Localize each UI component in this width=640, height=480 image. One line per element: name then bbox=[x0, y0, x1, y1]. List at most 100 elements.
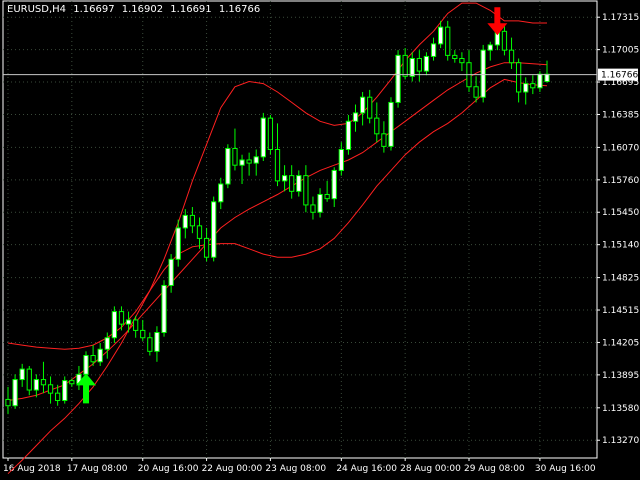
candle-body bbox=[367, 96, 373, 119]
candle-body bbox=[303, 175, 309, 206]
candle-body bbox=[274, 148, 281, 182]
x-tick-label: 22 Aug 00:00 bbox=[202, 464, 263, 474]
y-tick-label: 1.16385 bbox=[602, 110, 639, 120]
y-tick-label: 1.14205 bbox=[602, 338, 639, 348]
y-tick-label: 1.14515 bbox=[602, 306, 639, 316]
y-tick-label: 1.13580 bbox=[602, 404, 639, 414]
candle-body bbox=[516, 62, 522, 93]
candle-body bbox=[90, 355, 96, 363]
candle-body bbox=[175, 227, 181, 260]
x-tick-label: 16 Aug 2018 bbox=[3, 464, 61, 474]
candle-body bbox=[430, 43, 437, 57]
candle-body bbox=[19, 368, 25, 381]
candle-body bbox=[352, 112, 359, 122]
candle-body bbox=[133, 319, 139, 331]
candle-body bbox=[487, 44, 493, 51]
bollinger-middle-band bbox=[7, 62, 548, 401]
candle-body bbox=[5, 398, 11, 407]
candle-body bbox=[125, 319, 132, 325]
candle-body bbox=[473, 86, 479, 98]
candle-body bbox=[530, 83, 536, 89]
x-tick-label: 30 Aug 16:00 bbox=[535, 464, 596, 474]
candle-body bbox=[111, 311, 118, 339]
candle-body bbox=[544, 73, 550, 83]
candle-body bbox=[296, 175, 302, 192]
current-price-label: 1.16766 bbox=[601, 71, 638, 81]
y-tick-label: 1.15760 bbox=[602, 176, 639, 186]
candle-body bbox=[83, 355, 89, 375]
candle-body bbox=[33, 379, 39, 391]
y-tick-label: 1.13270 bbox=[602, 436, 639, 446]
candle-body bbox=[452, 54, 458, 60]
candle-body bbox=[55, 392, 61, 401]
candle-body bbox=[140, 329, 146, 339]
candle-body bbox=[281, 175, 288, 182]
candle-body bbox=[523, 83, 529, 93]
candle-body bbox=[374, 117, 380, 135]
candle-body bbox=[196, 225, 203, 239]
candle-body bbox=[40, 379, 47, 386]
candle-body bbox=[437, 26, 444, 45]
y-tick-label: 1.15140 bbox=[602, 241, 639, 251]
candle-body bbox=[310, 204, 316, 213]
candle-body bbox=[480, 49, 486, 98]
x-tick-label: 20 Aug 16:00 bbox=[138, 464, 199, 474]
x-tick-label: 28 Aug 00:00 bbox=[400, 464, 461, 474]
candle-body bbox=[381, 133, 387, 147]
candle-body bbox=[104, 337, 110, 350]
candle-body bbox=[388, 101, 394, 147]
candle-body bbox=[289, 175, 295, 192]
candle-body bbox=[260, 117, 266, 158]
y-tick-label: 1.17315 bbox=[602, 13, 639, 23]
candle-body bbox=[317, 193, 323, 213]
x-tick-label: 29 Aug 08:00 bbox=[464, 464, 525, 474]
candle-body bbox=[189, 214, 196, 227]
candle-body bbox=[232, 147, 238, 166]
candle-body bbox=[69, 380, 75, 385]
candle-body bbox=[423, 55, 430, 72]
candle-body bbox=[409, 58, 415, 77]
x-tick-label: 23 Aug 08:00 bbox=[265, 464, 326, 474]
candle-body bbox=[161, 284, 167, 334]
candle-body bbox=[395, 54, 401, 103]
candle-body bbox=[225, 147, 231, 185]
y-tick-label: 1.17005 bbox=[602, 46, 639, 56]
y-tick-label: 1.16070 bbox=[602, 143, 639, 153]
candle-body bbox=[359, 96, 366, 114]
candle-body bbox=[62, 380, 68, 401]
candle-body bbox=[147, 337, 153, 352]
candle-body bbox=[218, 183, 224, 203]
candle-body bbox=[239, 159, 245, 166]
candle-body bbox=[416, 58, 422, 72]
candle-body bbox=[345, 120, 352, 150]
candle-body bbox=[508, 49, 515, 64]
candle-body bbox=[267, 117, 274, 150]
x-tick-label: 24 Aug 16:00 bbox=[336, 464, 397, 474]
candle-body bbox=[168, 258, 174, 286]
candle-body bbox=[253, 156, 259, 164]
candle-body bbox=[445, 26, 451, 56]
candle-body bbox=[402, 54, 408, 77]
candle-body bbox=[331, 169, 337, 200]
y-tick-label: 1.15450 bbox=[602, 208, 639, 218]
candlestick-chart[interactable]: 1.173151.170051.166951.163851.160701.157… bbox=[0, 0, 640, 480]
candle-body bbox=[459, 58, 465, 64]
candle-body bbox=[47, 384, 54, 394]
candle-body bbox=[501, 30, 508, 51]
candle-body bbox=[211, 201, 217, 258]
candle-body bbox=[324, 193, 330, 200]
candle-body bbox=[97, 348, 103, 363]
candle-body bbox=[203, 237, 210, 258]
candle-body bbox=[182, 214, 188, 229]
y-tick-label: 1.13895 bbox=[602, 371, 639, 381]
candle-body bbox=[118, 311, 125, 325]
y-tick-label: 1.14825 bbox=[602, 274, 639, 284]
plot-frame bbox=[2, 0, 598, 459]
x-tick-label: 17 Aug 08:00 bbox=[67, 464, 128, 474]
candle-body bbox=[154, 332, 160, 352]
candle-body bbox=[12, 379, 18, 407]
candle-body bbox=[338, 148, 344, 171]
candle-body bbox=[537, 73, 543, 89]
candle-body bbox=[26, 368, 32, 391]
candle-body bbox=[246, 159, 252, 164]
